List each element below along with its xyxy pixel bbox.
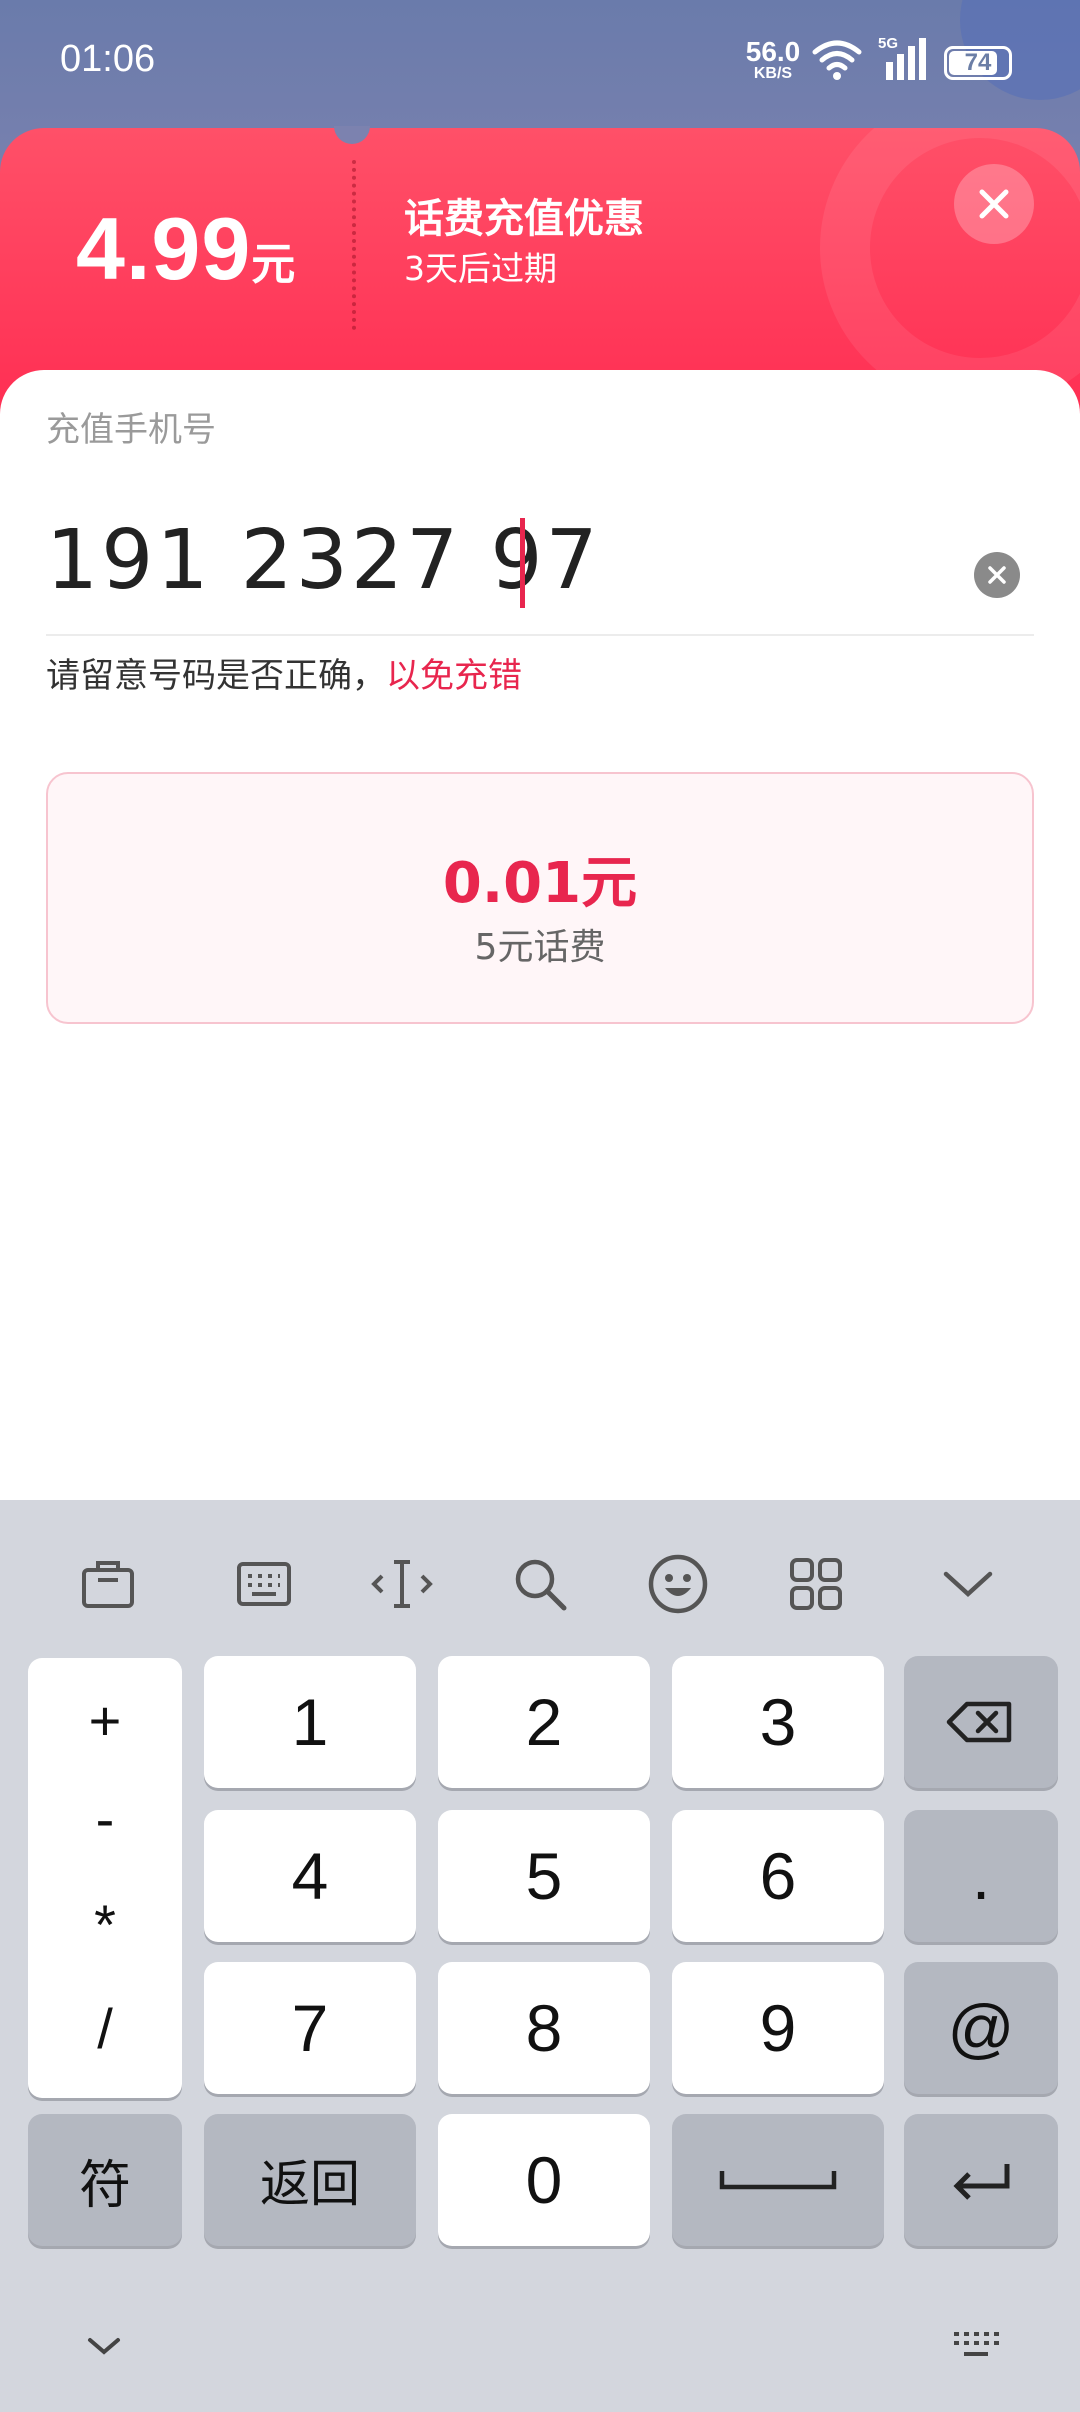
keyboard-switch-button-bottom[interactable] bbox=[936, 2316, 1016, 2376]
status-bar: 01:06 56.0 KB/S 5G 74 bbox=[0, 0, 1080, 122]
coupon-divider bbox=[352, 160, 356, 330]
battery-level: 74 bbox=[964, 49, 992, 76]
grid-icon bbox=[790, 1558, 842, 1610]
network-speed-unit: KB/S bbox=[753, 65, 793, 82]
recharge-option[interactable]: 0.01元 5元话费 bbox=[46, 772, 1034, 1024]
clear-input-button[interactable] bbox=[974, 552, 1020, 598]
key-minus[interactable]: - bbox=[28, 1786, 182, 1851]
hint-warning: 以免充错 bbox=[386, 656, 522, 696]
key-divide[interactable]: / bbox=[28, 1996, 182, 2061]
clipboard-icon bbox=[82, 1561, 134, 1608]
phone-input[interactable] bbox=[46, 510, 946, 610]
clear-icon bbox=[988, 566, 1006, 584]
back-button[interactable]: 返回 bbox=[204, 2114, 416, 2246]
input-underline bbox=[46, 634, 1034, 636]
coupon-title: 话费充值优惠 bbox=[404, 196, 644, 242]
coupon-amount-value: 4.99 bbox=[76, 199, 252, 298]
phone-label: 充值手机号 bbox=[46, 410, 216, 450]
emoji-icon bbox=[648, 1554, 708, 1614]
key-7[interactable]: 7 bbox=[204, 1962, 416, 2094]
space-icon bbox=[719, 2171, 837, 2190]
symbols-button[interactable]: 符 bbox=[28, 2114, 182, 2246]
space-button[interactable] bbox=[672, 2114, 884, 2246]
key-dot[interactable]: . bbox=[904, 1810, 1058, 1942]
key-8[interactable]: 8 bbox=[438, 1962, 650, 2094]
key-3[interactable]: 3 bbox=[672, 1656, 884, 1788]
symbol-column: + - * / bbox=[28, 1658, 182, 2098]
key-9[interactable]: 9 bbox=[672, 1962, 884, 2094]
enter-icon bbox=[953, 2164, 1010, 2200]
network-speed-value: 56.0 bbox=[745, 36, 801, 67]
search-icon bbox=[515, 1559, 567, 1611]
key-2[interactable]: 2 bbox=[438, 1656, 650, 1788]
cursor-control-button[interactable] bbox=[362, 1544, 442, 1624]
key-plus[interactable]: + bbox=[28, 1688, 182, 1753]
key-0[interactable]: 0 bbox=[438, 2114, 650, 2246]
backspace-icon bbox=[946, 1701, 1012, 1743]
enter-button[interactable] bbox=[904, 2114, 1058, 2246]
hint-text: 请留意号码是否正确， bbox=[46, 656, 386, 696]
network-speed: 56.0 KB/S bbox=[744, 38, 802, 82]
apps-button[interactable] bbox=[776, 1544, 856, 1624]
keyboard-switch-button[interactable] bbox=[224, 1544, 304, 1624]
option-price: 0.01元 bbox=[442, 851, 638, 916]
coupon-decoration bbox=[820, 128, 1080, 408]
key-5[interactable]: 5 bbox=[438, 1810, 650, 1942]
phone-hint: 请留意号码是否正确，以免充错 bbox=[46, 648, 522, 697]
cellular-signal-icon: 5G bbox=[878, 35, 926, 80]
wifi-icon bbox=[812, 40, 862, 80]
chevron-down-icon bbox=[943, 1571, 993, 1598]
close-button[interactable] bbox=[954, 164, 1034, 244]
network-type-label: 5G bbox=[878, 35, 898, 52]
key-6[interactable]: 6 bbox=[672, 1810, 884, 1942]
search-button[interactable] bbox=[500, 1544, 580, 1624]
coupon-amount: 4.99元 bbox=[76, 198, 295, 300]
backspace-button[interactable] bbox=[904, 1656, 1058, 1788]
coupon-expiry: 3天后过期 bbox=[404, 249, 557, 288]
battery-icon: 74 bbox=[944, 46, 1012, 80]
close-icon bbox=[979, 189, 1009, 219]
phone-field[interactable] bbox=[46, 510, 1036, 630]
clipboard-button[interactable] bbox=[68, 1544, 148, 1624]
keyboard-icon bbox=[954, 2332, 999, 2356]
collapse-keyboard-button[interactable] bbox=[64, 2316, 144, 2376]
coupon-amount-unit: 元 bbox=[251, 239, 296, 290]
text-caret bbox=[520, 518, 525, 608]
chevron-down-icon bbox=[88, 2338, 120, 2355]
cursor-move-icon bbox=[371, 1560, 433, 1608]
key-4[interactable]: 4 bbox=[204, 1810, 416, 1942]
hide-keyboard-button[interactable] bbox=[928, 1544, 1008, 1624]
option-description: 5元话费 bbox=[474, 927, 606, 968]
emoji-button[interactable] bbox=[638, 1544, 718, 1624]
key-multiply[interactable]: * bbox=[28, 1892, 182, 1957]
key-1[interactable]: 1 bbox=[204, 1656, 416, 1788]
key-at[interactable]: @ bbox=[904, 1962, 1058, 2094]
keyboard-icon bbox=[237, 1562, 291, 1606]
clock: 01:06 bbox=[60, 38, 156, 80]
